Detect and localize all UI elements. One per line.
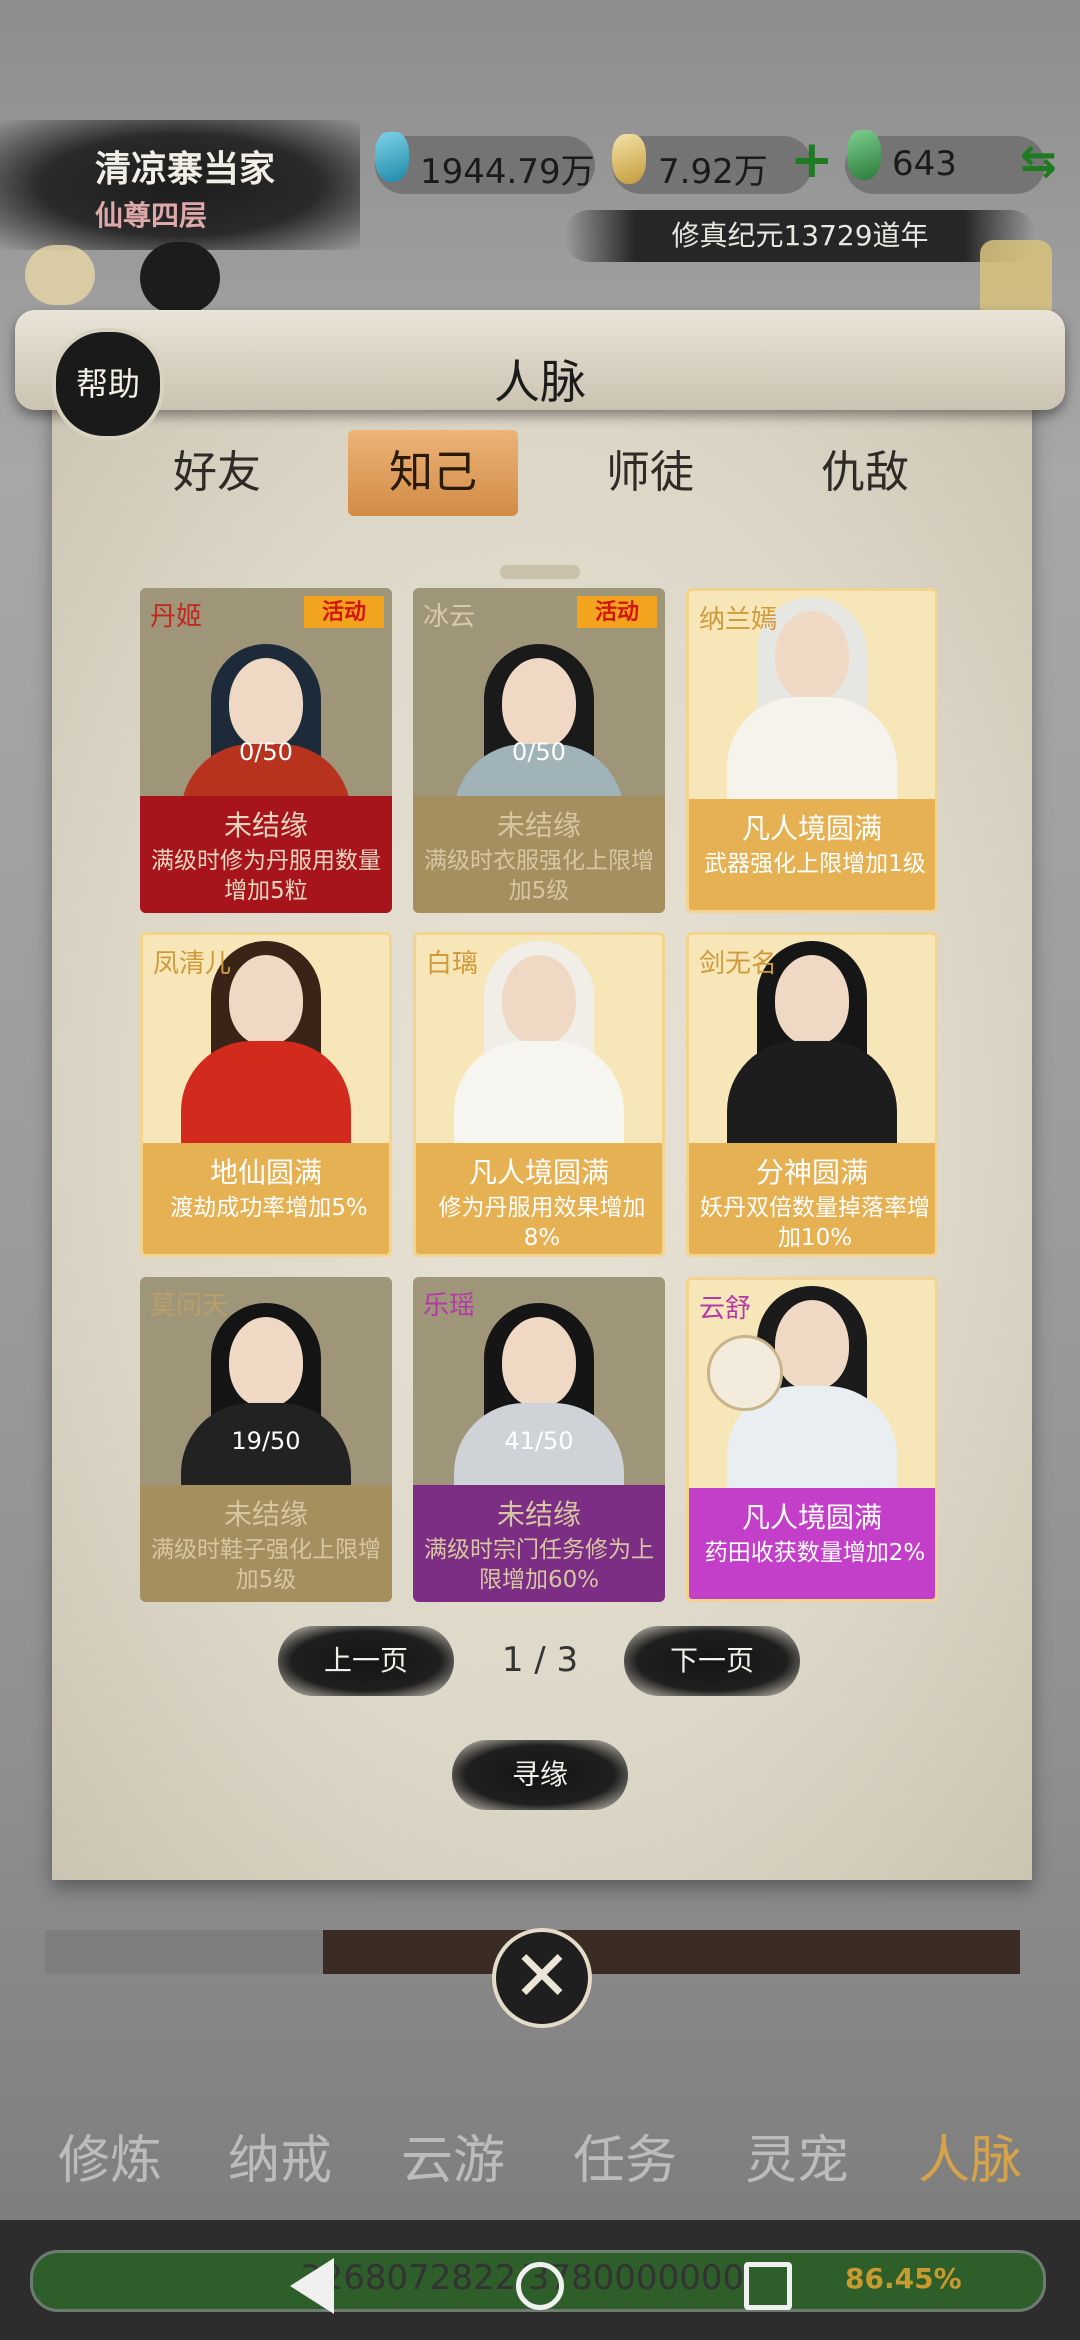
bond-effect: 满级时宗门任务修为上限增加60%	[424, 1537, 654, 1593]
event-badge: 活动	[304, 596, 384, 628]
nav-storage-ring[interactable]: 纳戒	[205, 2118, 355, 2193]
bond-status: 凡人境圆满	[468, 1156, 609, 1189]
background-bar-fill	[45, 1930, 323, 1974]
confidant-card-baili[interactable]: 白璃 凡人境圆满 修为丹服用效果增加8%	[413, 932, 665, 1257]
affinity-progress: 0/50	[239, 738, 293, 766]
bond-status: 未结缘	[496, 809, 581, 842]
gold-amount: 7.92万	[658, 152, 768, 192]
affinity-progress: 19/50	[231, 1427, 301, 1455]
bond-effect: 满级时衣服强化上限增加5级	[424, 848, 654, 904]
event-badge: 活动	[577, 596, 657, 628]
confidant-card-jianwuming[interactable]: 剑无名 分神圆满 妖丹双倍数量掉落率增加10%	[686, 932, 938, 1257]
back-icon[interactable]	[290, 2258, 334, 2314]
bond-status: 分神圆满	[755, 1156, 868, 1189]
bond-status: 地仙圆满	[209, 1156, 322, 1189]
lantern-icon	[980, 240, 1052, 320]
fan-icon	[707, 1335, 783, 1411]
confidant-card-danji[interactable]: 丹姬 活动 0/50 未结缘 满级时修为丹服用数量增加5粒	[140, 588, 392, 913]
affinity-progress: 41/50	[504, 1427, 574, 1455]
tab-enemies[interactable]: 仇敌	[780, 430, 950, 516]
nav-cultivate[interactable]: 修炼	[35, 2118, 185, 2193]
dialog-title: 人脉	[494, 355, 586, 409]
nav-spirit-pets[interactable]: 灵宠	[722, 2118, 872, 2193]
home-icon[interactable]	[516, 2262, 564, 2310]
next-page-button[interactable]: 下一页	[624, 1626, 800, 1696]
bond-status: 未结缘	[223, 809, 308, 842]
nav-connections[interactable]: 人脉	[895, 2118, 1045, 2193]
confidant-name: 乐瑶	[423, 1291, 476, 1321]
bond-effect: 武器强化上限增加1级	[704, 851, 926, 877]
bond-effect: 修为丹服用效果增加8%	[438, 1195, 646, 1251]
confidant-card-fengqinger[interactable]: 凤清儿 地仙圆满 渡劫成功率增加5%	[140, 932, 392, 1257]
feather-icon	[25, 245, 95, 305]
player-rank: 仙尊四层	[95, 199, 208, 232]
bond-status: 凡人境圆满	[741, 812, 882, 845]
nav-quests[interactable]: 任务	[550, 2118, 700, 2193]
confidant-card-leyao[interactable]: 乐瑶 41/50 未结缘 满级时宗门任务修为上限增加60%	[413, 1277, 665, 1602]
close-button[interactable]: ✕	[492, 1928, 592, 2028]
tab-confidants[interactable]: 知己	[348, 430, 518, 516]
tab-mentorship[interactable]: 师徒	[565, 430, 735, 516]
spirit-stone-amount: 1944.79万	[420, 152, 595, 192]
penguin-icon	[140, 242, 220, 314]
jade-gourd-icon	[847, 130, 881, 180]
cultivation-progress-percent: 86.45%	[845, 2262, 962, 2295]
jade-amount: 643	[892, 144, 957, 184]
bond-effect: 药田收获数量增加2%	[704, 1540, 926, 1566]
exchange-icon[interactable]: ⇆	[1020, 136, 1057, 187]
add-currency-button[interactable]: +	[790, 130, 834, 190]
prev-page-button[interactable]: 上一页	[278, 1626, 454, 1696]
bond-effect: 渡劫成功率增加5%	[170, 1195, 368, 1221]
bond-status: 未结缘	[496, 1498, 581, 1531]
bond-effect: 满级时鞋子强化上限增加5级	[151, 1537, 381, 1593]
bond-status: 凡人境圆满	[741, 1501, 882, 1534]
era-label: 修真纪元13729道年	[565, 210, 1035, 262]
confidant-card-nalanyan[interactable]: 纳兰嫣 凡人境圆满 武器强化上限增加1级	[686, 588, 938, 913]
bond-effect: 满级时修为丹服用数量增加5粒	[151, 848, 381, 904]
confidant-name: 云舒	[699, 1294, 752, 1324]
affinity-progress: 0/50	[512, 738, 566, 766]
confidant-card-yunshu[interactable]: 云舒 凡人境圆满 药田收获数量增加2%	[686, 1277, 938, 1602]
gold-ingot-icon	[612, 134, 646, 184]
confidant-card-bingyun[interactable]: 冰云 活动 0/50 未结缘 满级时衣服强化上限增加5级	[413, 588, 665, 913]
page-indicator: 1 / 3	[501, 1640, 579, 1680]
nav-travel[interactable]: 云游	[378, 2118, 528, 2193]
player-name: 清凉寨当家	[95, 149, 276, 190]
seek-fate-button[interactable]: 寻缘	[452, 1740, 628, 1810]
confidant-name: 冰云	[423, 602, 476, 632]
confidant-name: 凤清儿	[153, 949, 232, 979]
confidant-name: 剑无名	[699, 949, 778, 979]
bond-effect: 妖丹双倍数量掉落率增加10%	[700, 1195, 930, 1251]
confidant-name: 白璃	[426, 949, 479, 979]
confidant-card-mowentian[interactable]: 莫问天 19/50 未结缘 满级时鞋子强化上限增加5级	[140, 1277, 392, 1602]
spirit-stone-icon	[375, 132, 409, 182]
bond-status: 未结缘	[223, 1498, 308, 1531]
recents-icon[interactable]	[744, 2262, 792, 2310]
confidant-name: 莫问天	[150, 1291, 229, 1321]
confidant-name: 丹姬	[150, 602, 203, 632]
tab-friends[interactable]: 好友	[132, 430, 302, 516]
ornament-divider	[500, 565, 580, 579]
confidant-name: 纳兰嫣	[699, 605, 778, 635]
